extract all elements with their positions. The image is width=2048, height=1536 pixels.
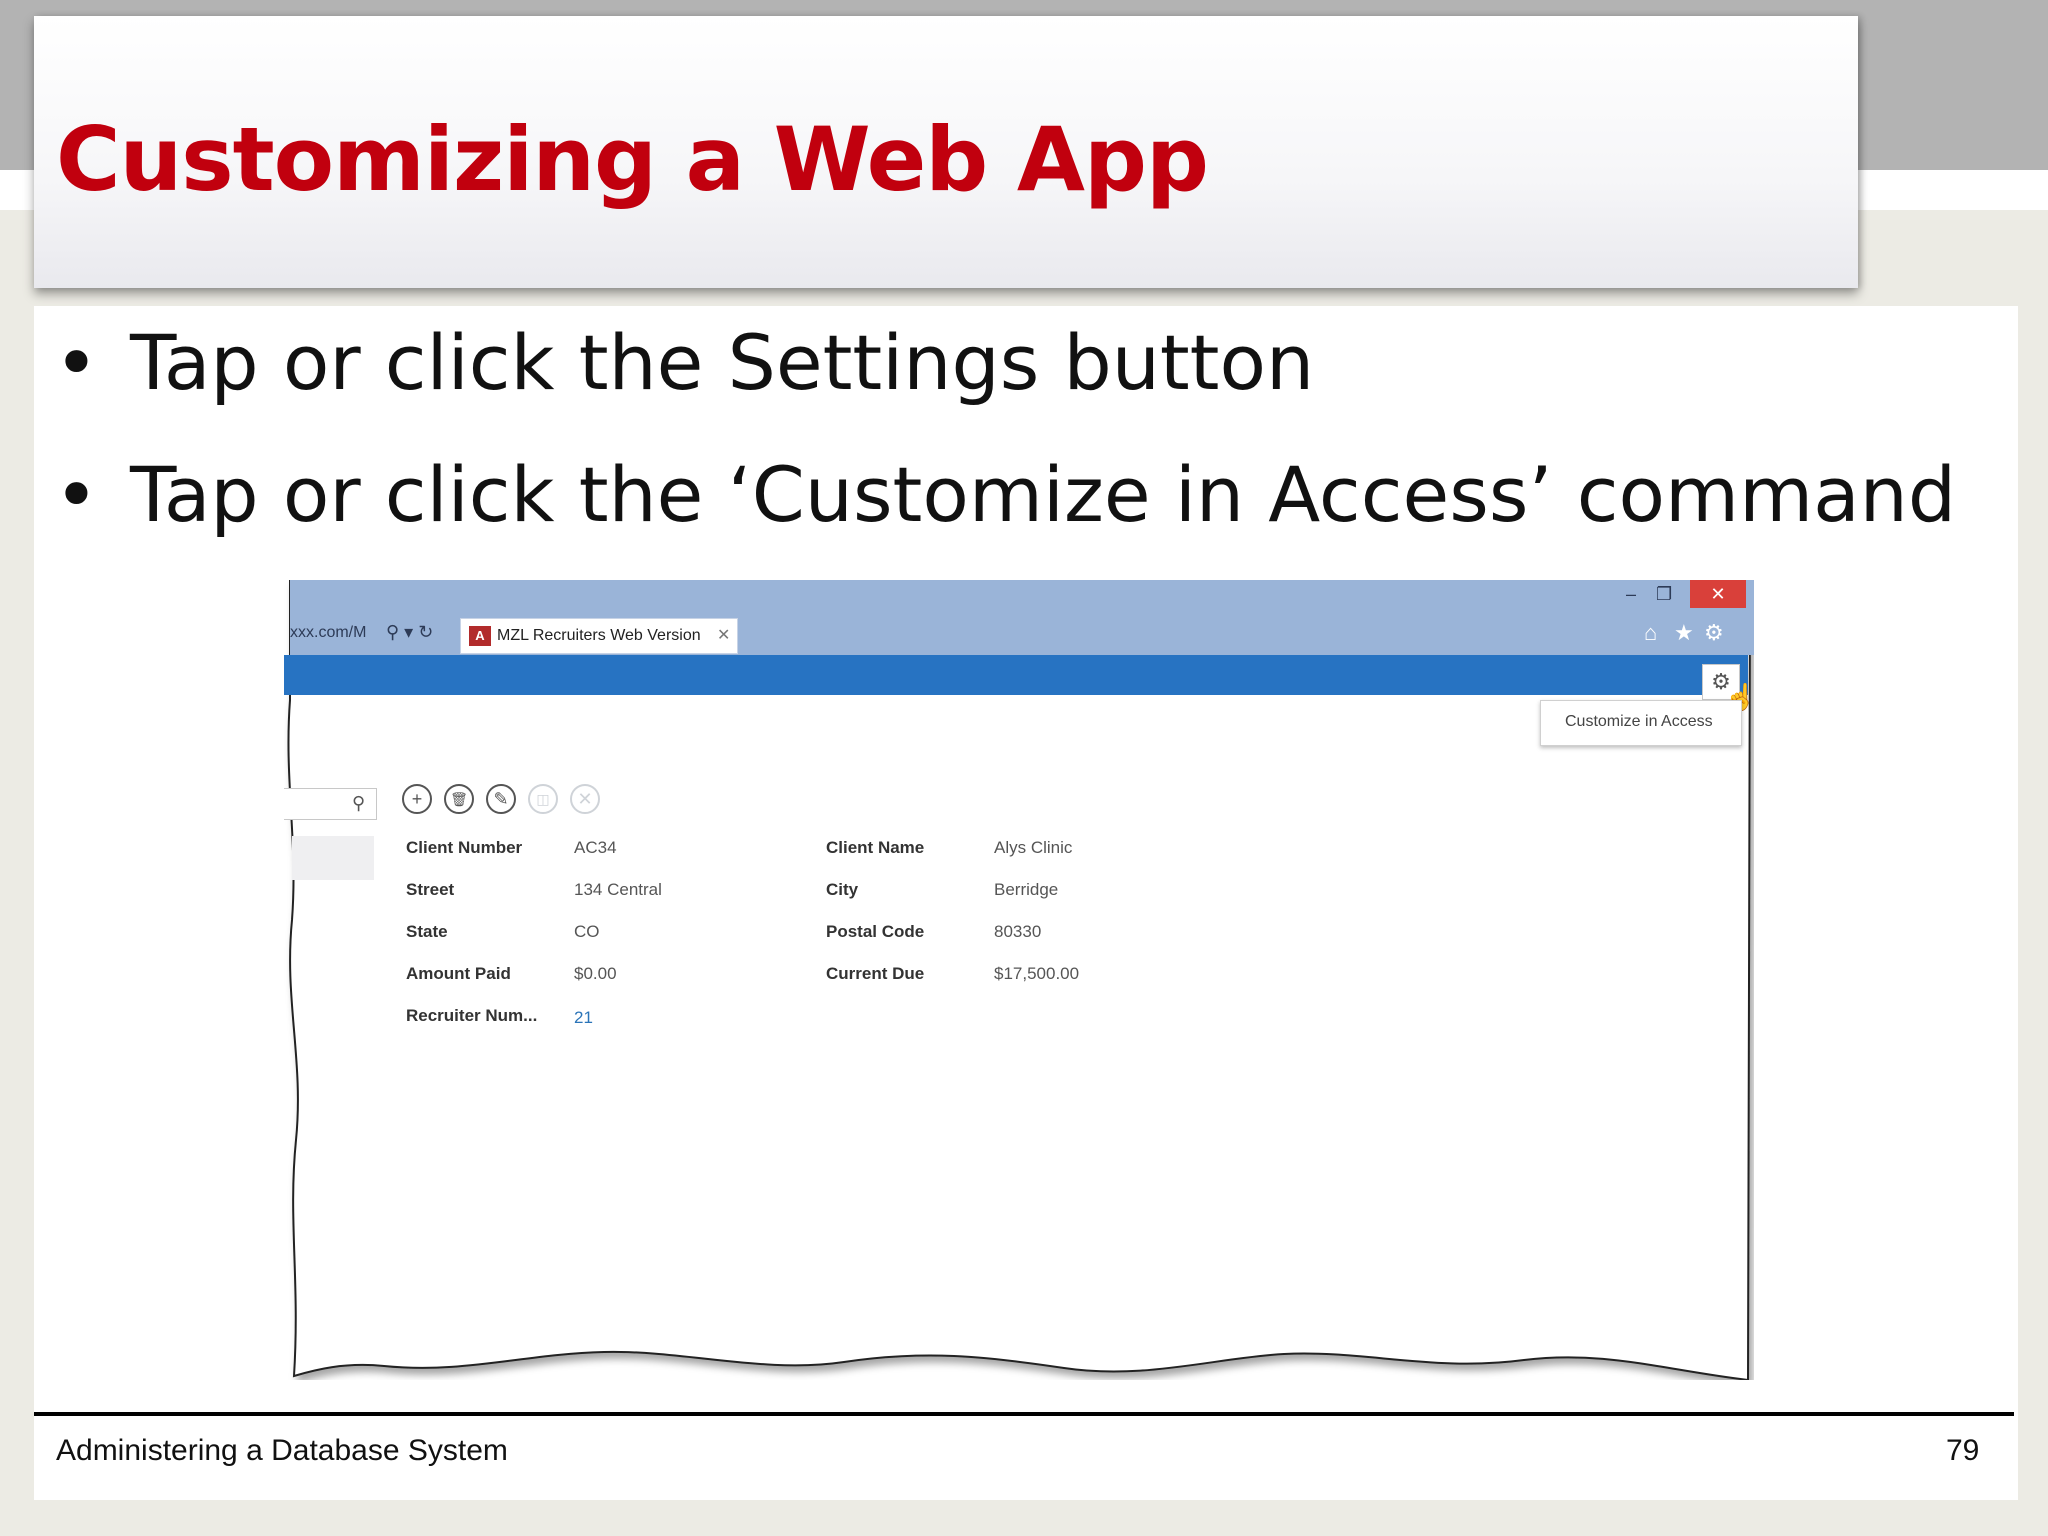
field-value: CO bbox=[574, 922, 600, 941]
add-icon[interactable]: + bbox=[402, 784, 432, 814]
field-value: AC34 bbox=[574, 838, 617, 857]
field-value: 80330 bbox=[994, 922, 1042, 941]
browser-titlebar: – ❐ ✕ xxx.com/M ⚲ ▾ ↻ A MZL Recruiters W… bbox=[290, 580, 1754, 655]
title-box: Customizing a Web App bbox=[34, 16, 1858, 288]
browser-tab[interactable]: A MZL Recruiters Web Version ✕ bbox=[460, 618, 738, 654]
page-number: 79 bbox=[1946, 1434, 1980, 1467]
restore-icon[interactable]: ❐ bbox=[1656, 584, 1672, 605]
search-input[interactable]: ⚲ bbox=[284, 788, 377, 820]
bullet-text: Tap or click the ‘Customize in Access’ c… bbox=[130, 450, 1957, 539]
field-value: $0.00 bbox=[574, 964, 617, 983]
close-window-button[interactable]: ✕ bbox=[1690, 580, 1746, 608]
search-icon[interactable]: ⚲ bbox=[352, 793, 365, 814]
screenshot-figure: – ❐ ✕ xxx.com/M ⚲ ▾ ↻ A MZL Recruiters W… bbox=[284, 580, 1756, 1380]
edit-icon[interactable]: ✎ bbox=[486, 784, 516, 814]
recruiter-link[interactable]: 21 bbox=[574, 1008, 593, 1028]
bullet-text: Tap or click the Settings button bbox=[130, 318, 1315, 407]
field-label: Recruiter Num... bbox=[406, 1006, 538, 1025]
field-value: Alys Clinic bbox=[994, 838, 1073, 857]
field-label: Amount Paid bbox=[406, 964, 511, 983]
list-item[interactable] bbox=[292, 836, 374, 880]
save-icon: ◫ bbox=[528, 784, 558, 814]
field-label: City bbox=[826, 880, 859, 899]
field-label: Current Due bbox=[826, 964, 925, 983]
address-tools-icon[interactable]: ⚲ ▾ ↻ bbox=[386, 622, 433, 643]
favorites-icon[interactable]: ★ bbox=[1674, 620, 1694, 646]
bullet-item: • Tap or click the ‘Customize in Access’… bbox=[54, 450, 1984, 582]
field-label: Client Number bbox=[406, 838, 523, 857]
tools-icon[interactable]: ⚙ bbox=[1704, 620, 1724, 646]
bullet-list: • Tap or click the Settings button • Tap… bbox=[54, 318, 1984, 582]
address-bar[interactable]: xxx.com/M bbox=[290, 624, 366, 642]
delete-icon[interactable]: 🗑 bbox=[444, 784, 474, 814]
field-label: Postal Code bbox=[826, 922, 925, 941]
bullet-marker: • bbox=[54, 318, 99, 407]
field-value: $17,500.00 bbox=[994, 964, 1080, 983]
home-icon[interactable]: ⌂ bbox=[1644, 620, 1657, 646]
slide-title: Customizing a Web App bbox=[56, 108, 1209, 211]
tab-label: MZL Recruiters Web Version bbox=[497, 627, 701, 644]
tab-close-icon[interactable]: ✕ bbox=[717, 625, 730, 645]
bullet-marker: • bbox=[54, 450, 99, 539]
field-label: State bbox=[406, 922, 448, 941]
field-value: Berridge bbox=[994, 880, 1059, 899]
bullet-item: • Tap or click the Settings button bbox=[54, 318, 1984, 450]
field-label: Client Name bbox=[826, 838, 925, 857]
access-logo-icon: A bbox=[469, 626, 491, 646]
settings-menu: Customize in Access bbox=[1540, 700, 1742, 746]
footer-divider bbox=[34, 1412, 2014, 1416]
app-header-bar bbox=[284, 655, 1748, 695]
minimize-icon[interactable]: – bbox=[1626, 584, 1636, 605]
cancel-icon: ✕ bbox=[570, 784, 600, 814]
field-label: Street bbox=[406, 880, 455, 899]
customize-in-access-command[interactable]: Customize in Access bbox=[1565, 713, 1713, 731]
footer-caption: Administering a Database System bbox=[56, 1434, 508, 1467]
field-value: 134 Central bbox=[574, 880, 662, 899]
